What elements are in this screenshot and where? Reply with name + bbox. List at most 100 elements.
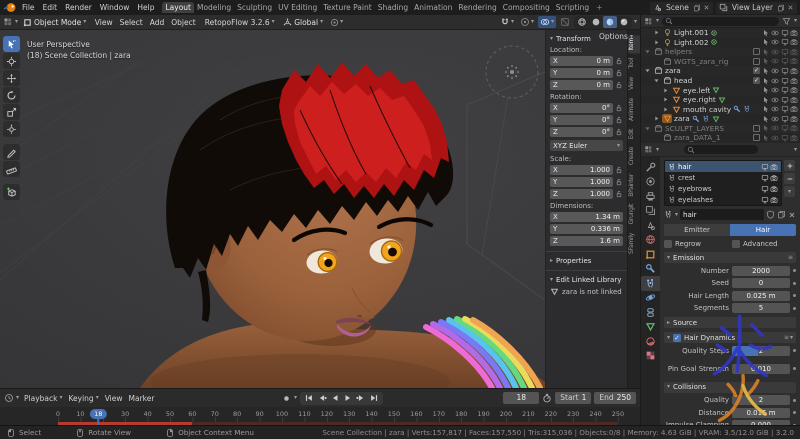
expand-arrow-icon[interactable] bbox=[662, 106, 669, 113]
select-cursor-icon[interactable] bbox=[762, 115, 770, 123]
properties-tab-object[interactable] bbox=[641, 247, 660, 262]
timeline-menu-marker[interactable]: Marker bbox=[126, 394, 158, 403]
viewport-visibility-icon[interactable] bbox=[781, 115, 789, 123]
lock-icon[interactable] bbox=[615, 178, 623, 186]
next-keyframe-button[interactable] bbox=[355, 393, 367, 404]
collisions-section-header[interactable]: ▾ Collisions bbox=[664, 382, 796, 393]
animate-dot-icon[interactable] bbox=[793, 269, 796, 272]
sidebar-tab-sfamily[interactable]: SFamily bbox=[628, 230, 640, 257]
outliner-row-wgts-zara-rig[interactable]: WGTS_zara_rig bbox=[641, 57, 800, 67]
timeline-menu-keying[interactable]: Keying▾ bbox=[66, 394, 102, 403]
outliner-editor-icon[interactable] bbox=[644, 17, 653, 26]
expand-arrow-icon[interactable] bbox=[653, 39, 660, 46]
timeline-tick[interactable]: 120 bbox=[321, 410, 333, 418]
proportional-edit-button[interactable]: ▾ bbox=[518, 16, 536, 28]
orientation-dropdown[interactable]: Global ▾ bbox=[280, 16, 326, 28]
hide-eye-icon[interactable] bbox=[771, 67, 779, 75]
outliner-row-eye-left[interactable]: eye.left bbox=[641, 85, 800, 95]
particle-system-row-eyebrows[interactable]: eyebrows bbox=[665, 183, 781, 194]
workspace-rendering[interactable]: Rendering bbox=[455, 2, 499, 13]
outliner-row-sculpt-layers[interactable]: SCULPT_LAYERS bbox=[641, 123, 800, 133]
viewport-visibility-icon[interactable] bbox=[781, 38, 789, 46]
select-cursor-icon[interactable] bbox=[762, 96, 770, 104]
timeline-editor-icon[interactable] bbox=[4, 393, 14, 403]
select-cursor-icon[interactable] bbox=[762, 77, 770, 85]
field-segments[interactable]: 5 bbox=[732, 303, 790, 313]
timeline-tick[interactable]: 130 bbox=[343, 410, 355, 418]
hair-dynamics-checkbox[interactable]: ✓ bbox=[673, 334, 681, 342]
hide-eye-icon[interactable] bbox=[771, 38, 779, 46]
render-visibility-icon[interactable] bbox=[790, 29, 798, 37]
current-frame-indicator[interactable]: 18 bbox=[90, 409, 106, 419]
particle-system-row-eyelashes[interactable]: eyelashes bbox=[665, 194, 781, 205]
location-field-z[interactable]: Z0 m bbox=[550, 80, 613, 90]
viewport-visibility-icon[interactable] bbox=[761, 185, 769, 193]
tool-cursor[interactable] bbox=[3, 53, 20, 69]
timeline-tick[interactable]: 210 bbox=[522, 410, 534, 418]
shading-wireframe-button[interactable] bbox=[575, 16, 589, 28]
outliner-row-light-002[interactable]: Light.002 bbox=[641, 38, 800, 48]
field-seed[interactable]: 0 bbox=[732, 278, 790, 288]
lock-icon[interactable] bbox=[615, 81, 623, 89]
menu-help[interactable]: Help bbox=[133, 3, 158, 12]
viewport-menu-select[interactable]: Select bbox=[116, 18, 146, 27]
tool-select-box[interactable] bbox=[3, 36, 20, 52]
properties-tab-texture[interactable] bbox=[641, 349, 660, 364]
dropdown-arrow-icon[interactable]: ▾ bbox=[16, 395, 19, 401]
sidebar-tab-create[interactable]: Create bbox=[628, 144, 640, 168]
workspace-sculpting[interactable]: Sculpting bbox=[234, 2, 275, 13]
timeline-tick[interactable]: 80 bbox=[233, 410, 241, 418]
timeline-tick[interactable]: 200 bbox=[500, 410, 512, 418]
particle-settings-icon[interactable] bbox=[664, 210, 673, 219]
emitter-toggle-button[interactable]: Emitter bbox=[664, 224, 730, 236]
render-visibility-icon[interactable] bbox=[790, 77, 798, 85]
properties-search-input[interactable] bbox=[684, 145, 758, 154]
select-cursor-icon[interactable] bbox=[762, 134, 770, 142]
tool-add-cube[interactable] bbox=[3, 184, 20, 200]
hide-eye-icon[interactable] bbox=[771, 115, 779, 123]
animate-dot-icon[interactable] bbox=[793, 399, 796, 402]
timeline-tick[interactable]: 90 bbox=[255, 410, 263, 418]
particle-settings-name-field[interactable]: hair bbox=[680, 209, 764, 220]
scale-field-x[interactable]: X1.000 bbox=[550, 165, 613, 175]
animate-dot-icon[interactable] bbox=[793, 411, 796, 414]
sidebar-tab-animate[interactable]: Animate bbox=[628, 95, 640, 124]
tool-scale[interactable] bbox=[3, 104, 20, 120]
viewport-visibility-icon[interactable] bbox=[781, 96, 789, 104]
visibility-checkbox[interactable] bbox=[753, 48, 760, 55]
render-visibility-icon[interactable] bbox=[790, 67, 798, 75]
current-frame-field[interactable]: 18 bbox=[503, 392, 539, 404]
particle-system-row-crest[interactable]: crest bbox=[665, 172, 781, 183]
tool-annotate[interactable] bbox=[3, 144, 20, 160]
visibility-checkbox[interactable] bbox=[753, 58, 760, 65]
unlink-icon[interactable] bbox=[788, 211, 796, 219]
remove-view-layer-icon[interactable] bbox=[787, 4, 794, 11]
retopoflow-menu[interactable]: RetopoFlow 3.2.6 ▾ bbox=[201, 18, 278, 27]
location-field-x[interactable]: X0 m bbox=[550, 56, 613, 66]
workspace-shading[interactable]: Shading bbox=[375, 2, 411, 13]
properties-tab-world[interactable] bbox=[641, 233, 660, 248]
expand-arrow-icon[interactable] bbox=[653, 29, 660, 36]
blender-logo-icon[interactable] bbox=[3, 2, 18, 13]
panel-menu-icon[interactable]: ≡ bbox=[788, 254, 793, 261]
outliner-row-head[interactable]: head✓ bbox=[641, 76, 800, 86]
sidebar-tab-grungit[interactable]: Grungit bbox=[628, 201, 640, 227]
stopwatch-icon[interactable] bbox=[542, 393, 552, 403]
timeline-tick[interactable]: 230 bbox=[567, 410, 579, 418]
rotation-mode-dropdown[interactable]: XYZ Euler ▾ bbox=[550, 140, 623, 151]
timeline-tick[interactable]: 110 bbox=[298, 410, 310, 418]
timeline-tick[interactable]: 100 bbox=[276, 410, 288, 418]
expand-arrow-icon[interactable] bbox=[644, 67, 651, 74]
hair-dynamics-section-header[interactable]: ▾ ✓ Hair Dynamics ≡▾ bbox=[664, 332, 796, 343]
properties-tab-physics[interactable] bbox=[641, 291, 660, 306]
mode-dropdown[interactable]: Object Mode ▾ bbox=[20, 16, 89, 28]
outliner-row-helpers[interactable]: helpers bbox=[641, 47, 800, 57]
properties-tab-tool[interactable] bbox=[641, 160, 660, 175]
animate-dot-icon[interactable] bbox=[793, 294, 796, 297]
workspace-modeling[interactable]: Modeling bbox=[194, 2, 234, 13]
add-particle-system-button[interactable] bbox=[784, 160, 795, 171]
snap-button[interactable]: ▾ bbox=[498, 16, 516, 28]
play-reverse-button[interactable] bbox=[329, 393, 341, 404]
sidebar-tab-bpainter[interactable]: BPainter bbox=[628, 171, 640, 200]
expand-arrow-icon[interactable] bbox=[662, 96, 669, 103]
